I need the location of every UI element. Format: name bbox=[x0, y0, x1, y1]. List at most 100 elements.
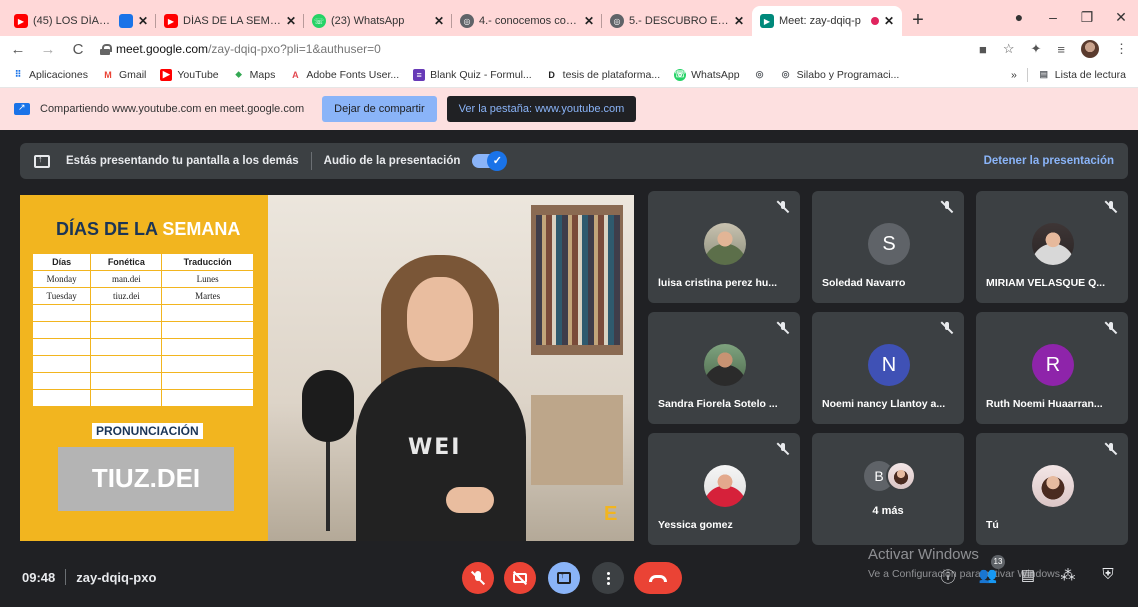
mic-off-icon bbox=[940, 321, 954, 335]
table-cell bbox=[31, 372, 92, 390]
pronunciation-value: TIUZ.DEI bbox=[58, 447, 234, 511]
globe-icon: ◎ bbox=[460, 14, 474, 28]
maximize-icon[interactable]: ❐ bbox=[1070, 9, 1104, 26]
presentation-audio-toggle[interactable]: ✓ bbox=[472, 151, 508, 171]
table-cell bbox=[161, 304, 254, 322]
close-icon[interactable]: ✕ bbox=[434, 14, 444, 28]
participant-tile[interactable]: S Soledad Navarro bbox=[812, 191, 964, 303]
mic-off-icon bbox=[940, 200, 954, 214]
presenting-banner: Estás presentando tu pantalla a los demá… bbox=[20, 143, 1128, 179]
menu-icon[interactable]: ⋮ bbox=[1115, 41, 1128, 57]
close-icon[interactable]: ✕ bbox=[286, 14, 296, 28]
bookmark-blank-quiz[interactable]: ≡ Blank Quiz - Formul... bbox=[413, 68, 532, 81]
microphone-arm bbox=[326, 441, 330, 531]
activities-icon[interactable]: ⁂ bbox=[1058, 566, 1078, 584]
tab-label: 5.- DESCUBRO EL ART bbox=[629, 15, 729, 27]
bookmark-tesis[interactable]: Dtesis de plataforma... bbox=[546, 69, 660, 81]
table-row bbox=[31, 338, 254, 356]
bookmark-maps[interactable]: ⬥ Maps bbox=[233, 68, 276, 81]
bookmark-globe[interactable]: ◎ bbox=[754, 69, 766, 81]
stop-sharing-button[interactable]: Dejar de compartir bbox=[322, 96, 437, 122]
present-screen-icon bbox=[34, 154, 50, 168]
more-participants-tile[interactable]: B 4 más bbox=[812, 433, 964, 545]
extensions-icon[interactable]: ✦ bbox=[1031, 41, 1042, 57]
view-tab-button[interactable]: Ver la pestaña: www.youtube.com bbox=[446, 96, 637, 122]
camera-icon[interactable]: ■ bbox=[979, 42, 987, 57]
close-window-icon[interactable]: ✕ bbox=[1104, 9, 1138, 26]
more-bookmarks-icon[interactable]: » bbox=[1011, 69, 1017, 81]
divider bbox=[1026, 67, 1028, 82]
participant-tile[interactable]: MIRIAM VELASQUE Q... bbox=[976, 191, 1128, 303]
reading-list-icon[interactable]: ≡ bbox=[1057, 42, 1065, 57]
minimize-icon[interactable]: – bbox=[1036, 9, 1070, 25]
record-icon[interactable]: ● bbox=[1002, 9, 1036, 25]
participant-tile[interactable]: N Noemi nancy Llantoy a... bbox=[812, 312, 964, 424]
more-participants-label: 4 más bbox=[872, 505, 904, 517]
avatar bbox=[1032, 223, 1074, 265]
forward-icon[interactable]: → bbox=[40, 41, 56, 58]
toggle-microphone-button[interactable] bbox=[462, 562, 494, 594]
present-now-button[interactable] bbox=[548, 562, 580, 594]
tab-meet[interactable]: ▶ Meet: zay-dqiq-p ✕ bbox=[752, 6, 902, 36]
table-cell bbox=[161, 338, 254, 356]
hang-up-icon bbox=[649, 574, 667, 582]
profile-avatar[interactable] bbox=[1081, 40, 1099, 58]
bookmark-whatsapp[interactable]: ☏ WhatsApp bbox=[674, 68, 740, 81]
bookmark-gmail[interactable]: M Gmail bbox=[102, 69, 146, 81]
info-icon[interactable]: ⓘ bbox=[938, 566, 958, 587]
host-controls-icon[interactable]: ⛨ bbox=[1098, 566, 1118, 583]
shared-screen-video[interactable]: DÍAS DE LA SEMANA Días Fonética Traducci… bbox=[20, 195, 634, 541]
tab-descubro[interactable]: ◎ 5.- DESCUBRO EL ART ✕ bbox=[602, 6, 752, 36]
close-icon[interactable]: ✕ bbox=[138, 14, 148, 28]
bookmark-silabo[interactable]: ◎ Silabo y Programaci... bbox=[780, 69, 900, 81]
bookmark-label: tesis de plataforma... bbox=[562, 68, 661, 81]
present-screen-icon bbox=[557, 570, 571, 584]
toggle-camera-button[interactable] bbox=[504, 562, 536, 594]
slide-title-part1: DÍAS DE LA bbox=[56, 219, 163, 239]
tab-youtube-dias[interactable]: ▶ (45) LOS DÍAS DE ✕ bbox=[6, 6, 156, 36]
address-bar-actions: ■ ☆ ✦ ≡ ⋮ bbox=[979, 40, 1128, 58]
table-cell bbox=[31, 338, 92, 356]
reading-list-icon: ▤ bbox=[1039, 69, 1049, 79]
bookmark-adobe[interactable]: A Adobe Fonts User... bbox=[289, 69, 399, 81]
pronunciation-label: PRONUNCIACIÓN bbox=[92, 423, 203, 439]
table-cell bbox=[90, 321, 163, 339]
bookmark-aplicaciones[interactable]: ⠿ Aplicaciones bbox=[12, 69, 88, 81]
chat-icon[interactable]: ▤ bbox=[1018, 566, 1038, 584]
tab-youtube-semana[interactable]: ▶ DÍAS DE LA SEMANA ✕ bbox=[156, 6, 304, 36]
window-controls: ● – ❐ ✕ bbox=[1002, 0, 1138, 34]
self-tile[interactable]: Tú bbox=[976, 433, 1128, 545]
participant-tile[interactable]: R Ruth Noemi Huaarran... bbox=[976, 312, 1128, 424]
participant-tile[interactable]: Sandra Fiorela Sotelo ... bbox=[648, 312, 800, 424]
teacher-video: WEI E bbox=[268, 195, 634, 541]
reload-icon[interactable]: C bbox=[70, 41, 86, 58]
presentation-audio-label: Audio de la presentación bbox=[323, 155, 461, 167]
reading-list-button[interactable]: ▤ Lista de lectura bbox=[1038, 69, 1126, 81]
table-cell bbox=[161, 372, 254, 390]
url-field[interactable]: meet.google.com/zay-dqiq-pxo?pli=1&authu… bbox=[100, 38, 965, 60]
shirt-print: WEI bbox=[408, 435, 462, 460]
maps-icon: ⬥ bbox=[235, 69, 242, 79]
gmail-icon: M bbox=[104, 69, 112, 80]
stop-presenting-button[interactable]: Detener la presentación bbox=[984, 155, 1114, 167]
star-icon[interactable]: ☆ bbox=[1003, 41, 1015, 57]
tab-label: (23) WhatsApp bbox=[331, 15, 405, 27]
participant-tile[interactable]: Yessica gomez bbox=[648, 433, 800, 545]
table-cell: Tuesday bbox=[31, 287, 92, 305]
close-icon[interactable]: ✕ bbox=[884, 14, 894, 28]
close-icon[interactable]: ✕ bbox=[734, 14, 744, 28]
more-options-button[interactable] bbox=[592, 562, 624, 594]
table-cell bbox=[31, 355, 92, 373]
bookmark-label: Maps bbox=[249, 68, 276, 81]
tab-whatsapp[interactable]: ☏ (23) WhatsApp ✕ bbox=[304, 6, 452, 36]
table-row bbox=[31, 389, 254, 407]
participant-tile[interactable]: luisa cristina perez hu... bbox=[648, 191, 800, 303]
avatar bbox=[704, 465, 746, 507]
reading-list-label: Lista de lectura bbox=[1054, 68, 1126, 81]
new-tab-button[interactable]: + bbox=[902, 6, 934, 36]
close-icon[interactable]: ✕ bbox=[584, 14, 594, 28]
back-icon[interactable]: ← bbox=[10, 41, 26, 58]
leave-call-button[interactable] bbox=[634, 562, 682, 594]
tab-conocemos[interactable]: ◎ 4.- conocemos como ✕ bbox=[452, 6, 602, 36]
bookmark-youtube[interactable]: ▶ YouTube bbox=[160, 68, 219, 81]
